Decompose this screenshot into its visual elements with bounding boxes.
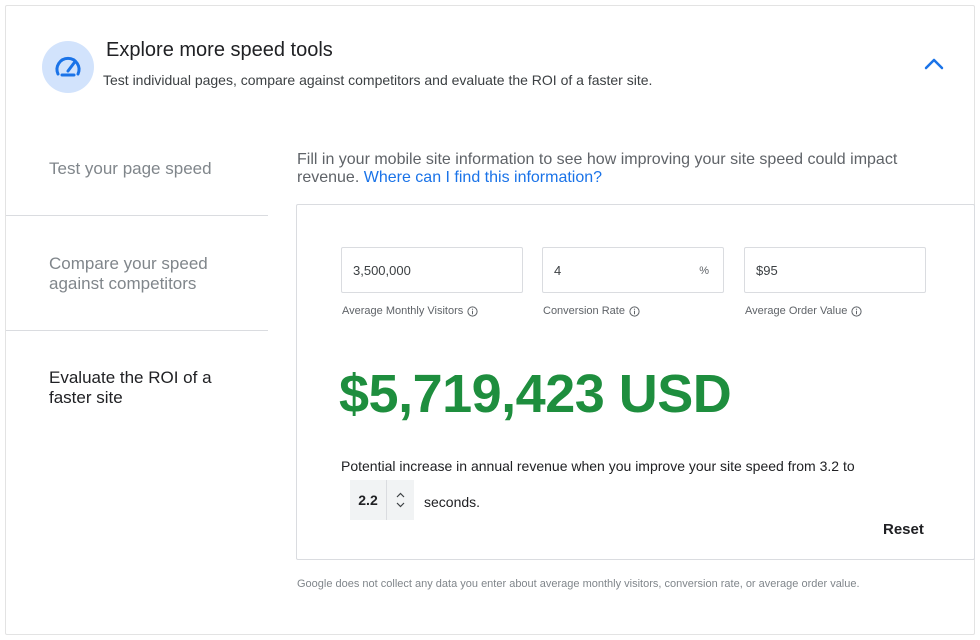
conversion-rate-field[interactable]: % [542,247,724,293]
conversion-rate-label: Conversion Rate [543,305,640,317]
nav-item-label: Test your page speed [49,159,212,178]
info-icon[interactable] [629,305,640,317]
stepper-controls [386,480,414,520]
reset-button[interactable]: Reset [883,521,924,538]
info-icon[interactable] [467,305,478,317]
roi-calculator-panel: % Average Monthly Visitors Conversion Ra… [296,204,975,560]
nav-item-label: Evaluate the ROI of a faster site [49,368,212,407]
card-title: Explore more speed tools [106,39,333,61]
intro-text: Fill in your mobile site information to … [297,151,957,187]
nav-item-test-page-speed[interactable]: Test your page speed [6,131,268,216]
nav-item-evaluate-roi[interactable]: Evaluate the ROI of a faster site [6,331,268,441]
monthly-visitors-field[interactable] [341,247,523,293]
chevron-up-icon[interactable] [396,492,405,498]
chevron-up-icon [923,57,945,71]
speedometer-icon [53,52,83,82]
find-info-link[interactable]: Where can I find this information? [364,169,602,186]
field-label-text: Average Monthly Visitors [342,305,464,317]
order-value-field[interactable] [744,247,926,293]
speed-stepper[interactable]: 2.2 [350,480,414,520]
order-value-input[interactable] [745,248,925,292]
revenue-result: $5,719,423 USD [339,364,732,424]
info-icon[interactable] [851,305,862,317]
tools-nav: Test your page speed Compare your speed … [6,131,268,441]
nav-item-label: Compare your speed against competitors [49,254,208,293]
percent-suffix: % [699,265,709,277]
monthly-visitors-label: Average Monthly Visitors [342,305,478,317]
chevron-down-icon[interactable] [396,502,405,508]
speed-tools-card: Explore more speed tools Test individual… [5,5,975,635]
field-label-text: Conversion Rate [543,305,625,317]
collapse-button[interactable] [916,46,952,82]
logo-badge [42,41,94,93]
conversion-rate-input[interactable] [543,248,723,292]
field-label-text: Average Order Value [745,305,848,317]
privacy-disclaimer: Google does not collect any data you ent… [297,578,860,590]
card-subtitle: Test individual pages, compare against c… [103,72,653,88]
potential-increase-text: Potential increase in annual revenue whe… [341,458,855,474]
nav-item-compare-speed[interactable]: Compare your speed against competitors [6,216,268,331]
stepper-value: 2.2 [358,492,378,508]
card-header: Explore more speed tools Test individual… [6,6,974,116]
monthly-visitors-input[interactable] [342,248,522,292]
seconds-label: seconds. [424,494,481,510]
order-value-label: Average Order Value [745,305,862,317]
